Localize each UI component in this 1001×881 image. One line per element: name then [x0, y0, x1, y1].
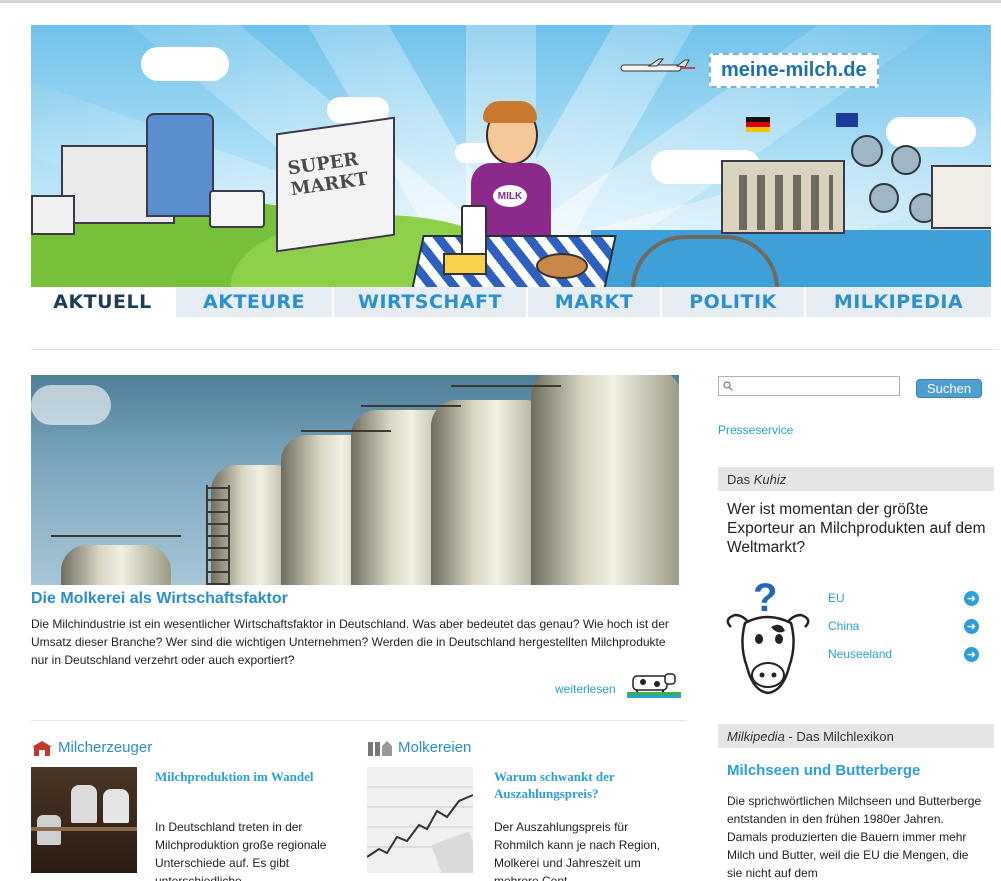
- read-more-link[interactable]: weiterlesen: [555, 682, 616, 696]
- quiz-answer-china[interactable]: China: [828, 619, 859, 633]
- arrow-right-icon[interactable]: ➜: [964, 619, 979, 634]
- header-banner: SUPER MARKT MILK meine-milch.de: [31, 25, 991, 287]
- divider: [31, 349, 999, 350]
- tab-akteure[interactable]: AKTEURE: [176, 287, 334, 317]
- teaser-text: In Deutschland treten in der Milchproduk…: [155, 820, 327, 881]
- svg-text:?: ?: [753, 576, 777, 620]
- search-button[interactable]: Suchen: [916, 379, 982, 398]
- section-header-milcherzeuger[interactable]: Milcherzeuger: [31, 739, 152, 756]
- section-heading: Molkereien: [398, 739, 472, 756]
- teaser-title[interactable]: Milchproduktion im Wandel: [155, 768, 315, 785]
- search-input[interactable]: [718, 376, 900, 396]
- tab-wirtschaft[interactable]: WIRTSCHAFT: [334, 287, 528, 317]
- top-border: [0, 0, 1001, 3]
- quiz-question: Wer ist momentan der größte Exporteur an…: [727, 501, 986, 556]
- lexikon-entry-title[interactable]: Milchseen und Butterberge: [727, 762, 920, 779]
- lexikon-box-header: Milkipedia - Das Milchlexikon: [718, 724, 994, 748]
- article-text: Die Milchindustrie ist ein wesentlicher …: [31, 617, 669, 667]
- airplane-icon: [620, 58, 695, 72]
- quiz-box-header: Das Kuhiz: [718, 467, 994, 491]
- teaser-title[interactable]: Warum schwankt der Auszahlungspreis?: [494, 768, 654, 802]
- main-navigation: AKTUELL AKTEURE WIRTSCHAFT MARKT POLITIK…: [31, 287, 991, 317]
- search-icon: [723, 381, 733, 391]
- section-heading: Milcherzeuger: [58, 739, 153, 756]
- cow-icon[interactable]: [627, 670, 681, 698]
- arrow-right-icon[interactable]: ➜: [964, 591, 979, 606]
- site-logo[interactable]: meine-milch.de: [709, 53, 879, 88]
- tab-milkipedia[interactable]: MILKIPEDIA: [806, 287, 991, 317]
- barn-icon: [32, 740, 52, 756]
- hero-image-silos[interactable]: [31, 375, 679, 585]
- article-title[interactable]: Die Molkerei als Wirtschaftsfaktor: [31, 590, 288, 608]
- tab-markt[interactable]: MARKT: [528, 287, 662, 317]
- quiz-answer-neuseeland[interactable]: Neuseeland: [828, 647, 892, 661]
- section-header-molkereien[interactable]: Molkereien: [367, 739, 471, 756]
- presseservice-link[interactable]: Presseservice: [718, 423, 793, 437]
- cow-head-icon: ?: [726, 576, 810, 695]
- quiz-answer-eu[interactable]: EU: [828, 591, 845, 605]
- tab-aktuell[interactable]: AKTUELL: [31, 287, 176, 317]
- factory-icon: [368, 740, 392, 756]
- milk-cans-thumbnail[interactable]: [31, 767, 137, 873]
- tab-politik[interactable]: POLITIK: [662, 287, 806, 317]
- teaser-text: Der Auszahlungspreis für Rohmilch kann j…: [494, 820, 661, 881]
- lexikon-entry-text: Die sprichwörtlichen Milchseen und Butte…: [727, 794, 982, 880]
- price-chart-thumbnail[interactable]: [366, 767, 483, 881]
- arrow-right-icon[interactable]: ➜: [964, 647, 979, 662]
- divider: [31, 720, 687, 721]
